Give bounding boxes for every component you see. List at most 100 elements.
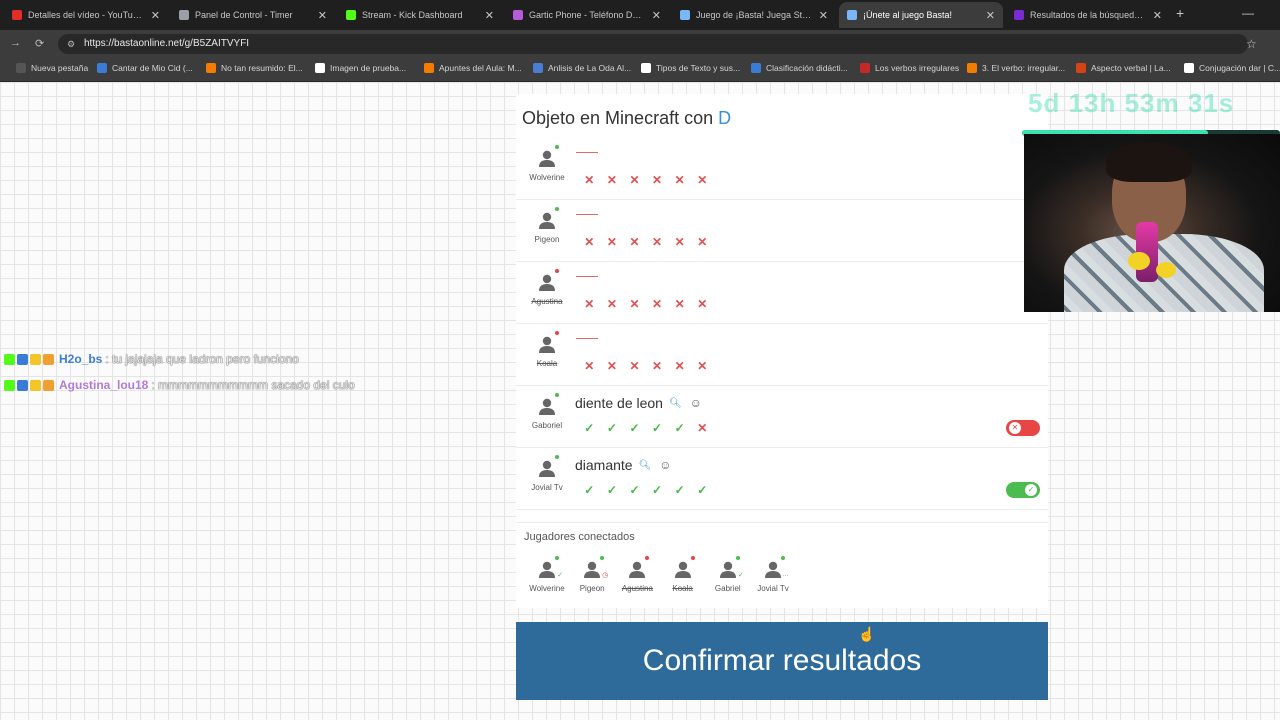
vote-reject-icon: ✕ [606, 173, 617, 187]
bookmark-label: Cantar de Mio Cid (... [112, 63, 193, 73]
player-info: Jovial Tv [524, 455, 570, 492]
bookmark-label: Nueva pestaña [31, 63, 89, 73]
online-status-dot [555, 207, 559, 211]
bookmark-favicon-icon [860, 63, 870, 73]
empty-answer-line [576, 338, 598, 339]
answer-row: Koala ✕ ✕ ✕ ✕ ✕ ✕ [516, 324, 1048, 386]
close-tab-icon[interactable]: ✕ [318, 9, 327, 22]
votes-list: ✕ ✕ ✕ ✕ ✕ ✕ [578, 235, 714, 249]
tab-title: Panel de Control - Timer [195, 10, 293, 20]
forward-icon[interactable]: → [10, 37, 21, 49]
close-tab-icon[interactable]: ✕ [652, 9, 661, 22]
browser-tab[interactable]: Stream - Kick Dashboard ✕ [338, 2, 502, 28]
close-tab-icon[interactable]: ✕ [1153, 9, 1162, 22]
connected-player: ◷ Pigeon [570, 556, 614, 593]
avatar [672, 556, 695, 581]
bookmark-item[interactable]: Imagen de prueba... [315, 63, 406, 73]
player-name: Jovial Tv [531, 483, 563, 492]
tab-favicon-icon [513, 10, 523, 20]
chat-message: Agustina_lou18: mmmmmmmmmmm sacado del c… [4, 378, 355, 392]
category-letter: D [718, 108, 732, 128]
game-page: H2o_bs: tu jajajaja que ladron pero func… [0, 82, 1280, 720]
vote-approve-icon: ✓ [629, 421, 640, 435]
bookmark-favicon-icon [206, 63, 216, 73]
vote-reject-icon: ✕ [697, 421, 708, 435]
bookmark-item[interactable]: Tipos de Texto y sus... [641, 63, 740, 73]
bookmark-item[interactable]: Conjugación dar | C... [1184, 63, 1280, 73]
vote-reject-icon: ✕ [584, 297, 595, 311]
bookmark-item[interactable]: Cantar de Mio Cid (... [97, 63, 193, 73]
close-tab-icon[interactable]: ✕ [485, 9, 494, 22]
new-tab-icon[interactable]: + [1176, 5, 1184, 21]
chat-badge-icon [17, 353, 28, 365]
vote-reject-icon: ✕ [674, 235, 685, 249]
vote-reject-icon: ✕ [606, 359, 617, 373]
player-name: Jovial Tv [757, 584, 789, 593]
site-info-icon[interactable]: ⚙ [67, 34, 75, 54]
bookmark-item[interactable]: Apuntes del Aula: M... [424, 63, 522, 73]
browser-tab[interactable]: Detalles del vídeo - YouTube St ✕ [4, 2, 168, 28]
bookmark-label: 3. El verbo: irregular... [982, 63, 1066, 73]
vote-approve-icon: ✓ [584, 421, 595, 435]
url-field[interactable]: ⚙ https://bastaonline.net/g/B5ZAITVYFI [58, 34, 1248, 54]
player-name: Agustina [531, 297, 563, 306]
bookmark-star-icon[interactable]: ☆ [1246, 37, 1257, 51]
vote-reject-icon: ✕ [584, 359, 595, 373]
close-tab-icon[interactable]: ✕ [819, 9, 828, 22]
bookmark-label: Apuntes del Aula: M... [439, 63, 522, 73]
bookmark-item[interactable]: Anlisis de La Oda Al... [533, 63, 631, 73]
player-info: Koala [524, 331, 570, 368]
avatar [536, 455, 559, 480]
answer-row: Gaboriel diente de leon 🔍︎ ☺ ✓ ✓ ✓ ✓ ✓ ✕ ✕ [516, 386, 1048, 448]
search-icon[interactable]: 🔍︎ [669, 398, 682, 409]
chat-badge-icon [43, 353, 54, 365]
browser-tab[interactable]: Panel de Control - Timer ✕ [171, 2, 335, 28]
bookmark-label: Conjugación dar | C... [1199, 63, 1280, 73]
bookmark-label: Aspecto verbal | La... [1091, 63, 1171, 73]
confirm-results-button[interactable]: Confirmar resultados [516, 622, 1048, 700]
emoji-reaction-icon[interactable]: ☺ [659, 458, 671, 472]
votes-list: ✕ ✕ ✕ ✕ ✕ ✕ [578, 173, 714, 187]
validate-toggle[interactable]: ✓ [1006, 482, 1040, 498]
validate-toggle[interactable]: ✕ [1006, 420, 1040, 436]
search-icon[interactable]: 🔍︎ [639, 460, 652, 471]
vote-reject-icon: ✕ [652, 359, 663, 373]
vote-approve-icon: ✓ [697, 483, 708, 497]
bookmark-label: Imagen de prueba... [330, 63, 407, 73]
player-name: Pigeon [534, 235, 560, 244]
player-name: Pigeon [579, 584, 605, 593]
bookmark-item[interactable]: 3. El verbo: irregular... [967, 63, 1065, 73]
bookmark-item[interactable]: No tan resumido: El... [206, 63, 303, 73]
close-tab-icon[interactable]: ✕ [986, 9, 995, 22]
bookmark-item[interactable]: Clasificación didácti... [751, 63, 848, 73]
browser-tab[interactable]: ¡Únete al juego Basta! ✕ [839, 2, 1003, 28]
avatar [536, 556, 559, 581]
avatar [536, 207, 559, 232]
online-status-dot [600, 556, 605, 560]
browser-tab[interactable]: Resultados de la búsqueda de ✕ [1006, 2, 1170, 28]
reload-icon[interactable]: ⟳ [35, 37, 44, 50]
votes-list: ✕ ✕ ✕ ✕ ✕ ✕ [578, 359, 714, 373]
vote-reject-icon: ✕ [584, 173, 595, 187]
avatar [762, 556, 785, 581]
bookmark-favicon-icon [533, 63, 543, 73]
close-tab-icon[interactable]: ✕ [151, 9, 160, 22]
answer-text-group: diamante 🔍︎ ☺ [575, 457, 672, 473]
player-info: Wolverine [524, 145, 570, 182]
tab-favicon-icon [680, 10, 690, 20]
minimize-icon[interactable]: — [1242, 6, 1254, 20]
browser-tab[interactable]: Juego de ¡Basta! Juega Stop, Tu ✕ [672, 2, 836, 28]
emoji-reaction-icon[interactable]: ☺ [690, 396, 702, 410]
browser-tab[interactable]: Gartic Phone - Teléfono Descon ✕ [505, 2, 669, 28]
bookmark-label: Clasificación didácti... [766, 63, 848, 73]
player-name: Koala [672, 584, 693, 593]
player-status-icon: ◷ [602, 572, 609, 579]
bookmark-item[interactable]: Aspecto verbal | La... [1076, 63, 1171, 73]
address-bar: → ⟳ ⚙ https://bastaonline.net/g/B5ZAITVY… [0, 30, 1280, 58]
connected-player: ✓ Gabriel [706, 556, 750, 593]
vote-reject-icon: ✕ [652, 297, 663, 311]
online-status-dot [555, 393, 559, 397]
bookmark-item[interactable]: Nueva pestaña [16, 63, 88, 73]
bookmark-item[interactable]: Los verbos irregulares [860, 63, 959, 73]
hand-cursor-icon: ☝ [858, 626, 876, 642]
